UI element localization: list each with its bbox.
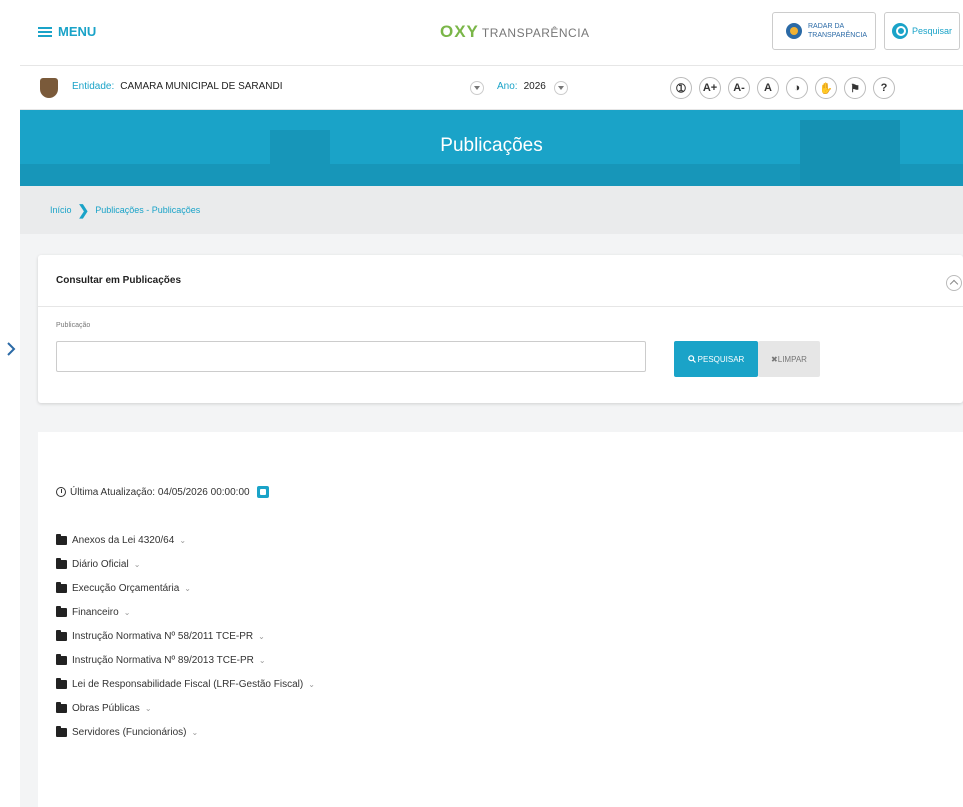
- list-item[interactable]: Instrução Normativa Nº 58/2011 TCE-PR ⌄: [56, 624, 315, 648]
- clear-button[interactable]: ✖LIMPAR: [758, 341, 820, 377]
- search-button[interactable]: PESQUISAR: [674, 341, 758, 377]
- collapse-icon[interactable]: [946, 275, 962, 291]
- page-title: Publicações: [440, 135, 543, 156]
- chevron-down-icon: ⌄: [123, 607, 131, 617]
- list-item[interactable]: Diário Oficial ⌄: [56, 552, 315, 576]
- folder-list: Anexos da Lei 4320/64 ⌄ Diário Oficial ⌄…: [56, 528, 315, 744]
- left-gutter: [0, 0, 20, 807]
- entity-dropdown-icon[interactable]: [470, 81, 484, 95]
- font-increase-button[interactable]: A+: [699, 77, 721, 99]
- list-item[interactable]: Instrução Normativa Nº 89/2013 TCE-PR ⌄: [56, 648, 315, 672]
- hamburger-icon: [38, 26, 52, 37]
- year-dropdown-icon[interactable]: [554, 81, 568, 95]
- menu-button[interactable]: MENU: [38, 24, 96, 39]
- header-search-button[interactable]: Pesquisar: [884, 12, 960, 50]
- page-banner: Publicações: [20, 110, 963, 186]
- page: MENU OXY TRANSPARÊNCIA RADAR DA TRANSPAR…: [0, 0, 963, 807]
- clock-icon: [56, 487, 66, 497]
- chevron-down-icon: ⌄: [133, 559, 141, 569]
- list-item[interactable]: Obras Públicas ⌄: [56, 696, 315, 720]
- flag-icon[interactable]: ⚑: [844, 77, 866, 99]
- radar-transparencia-button[interactable]: RADAR DA TRANSPARÊNCIA: [772, 12, 876, 50]
- header-search-label: Pesquisar: [911, 26, 953, 36]
- accessibility-icon[interactable]: ➀: [670, 77, 692, 99]
- folder-icon: [56, 653, 67, 665]
- entity-selector[interactable]: Entidade: CAMARA MUNICIPAL DE SARANDI: [72, 81, 283, 92]
- font-reset-button[interactable]: A: [757, 77, 779, 99]
- menu-label: MENU: [58, 24, 97, 39]
- breadcrumb-current-link[interactable]: Publicações - Publicações: [95, 205, 200, 215]
- chevron-down-icon: ⌄: [258, 655, 266, 665]
- folder-label: Instrução Normativa Nº 58/2011 TCE-PR: [72, 630, 254, 642]
- info-icon[interactable]: [256, 486, 269, 498]
- top-bar: MENU OXY TRANSPARÊNCIA RADAR DA TRANSPAR…: [20, 0, 963, 66]
- last-updated: Última Atualização: 04/05/2026 00:00:00: [56, 486, 269, 498]
- folder-icon: [56, 557, 67, 569]
- chevron-down-icon: ⌄: [144, 703, 152, 713]
- folder-icon: [56, 629, 67, 641]
- list-item[interactable]: Financeiro ⌄: [56, 600, 315, 624]
- logo[interactable]: OXY TRANSPARÊNCIA: [440, 22, 590, 42]
- year-value: 2026: [523, 81, 546, 92]
- entity-value: CAMARA MUNICIPAL DE SARANDI: [120, 81, 283, 92]
- logo-text: TRANSPARÊNCIA: [481, 26, 590, 40]
- list-item[interactable]: Anexos da Lei 4320/64 ⌄: [56, 528, 315, 552]
- help-icon[interactable]: ?: [873, 77, 895, 99]
- folder-label: Lei de Responsabilidade Fiscal (LRF-Gest…: [72, 678, 304, 690]
- contrast-icon[interactable]: ◑: [786, 77, 808, 99]
- folder-label: Execução Orçamentária: [72, 582, 180, 594]
- radar-icon: [786, 23, 802, 39]
- folder-icon: [56, 533, 67, 545]
- chevron-down-icon: ⌄: [308, 679, 315, 689]
- chevron-right-icon[interactable]: [2, 340, 20, 358]
- sign-language-icon[interactable]: ✋: [815, 77, 837, 99]
- folder-label: Instrução Normativa Nº 89/2013 TCE-PR: [72, 654, 254, 666]
- chevron-down-icon: ⌄: [179, 535, 187, 545]
- list-item[interactable]: Execução Orçamentária ⌄: [56, 576, 315, 600]
- last-updated-text: Última Atualização: 04/05/2026 00:00:00: [70, 486, 250, 498]
- breadcrumb: Início ❯ Publicações - Publicações: [20, 186, 963, 234]
- folder-icon: [56, 701, 67, 713]
- entity-bar: Entidade: CAMARA MUNICIPAL DE SARANDI Ano…: [20, 66, 963, 110]
- accessibility-toolbar: ➀ A+ A- A ◑ ✋ ⚑ ?: [670, 77, 895, 99]
- search-icon: [687, 355, 696, 363]
- folder-icon: [56, 581, 67, 593]
- list-item[interactable]: Lei de Responsabilidade Fiscal (LRF-Gest…: [56, 672, 315, 696]
- list-item[interactable]: Servidores (Funcionários) ⌄: [56, 720, 315, 744]
- year-key: Ano:: [497, 81, 518, 92]
- chevron-down-icon: ⌄: [258, 631, 265, 641]
- chevron-right-icon: ❯: [77, 201, 90, 218]
- search-card-title: Consultar em Publicações: [56, 275, 182, 286]
- folder-label: Financeiro: [72, 606, 119, 618]
- entity-key: Entidade:: [72, 81, 115, 92]
- folder-icon: [56, 677, 67, 689]
- clear-button-label: ✖LIMPAR: [771, 354, 807, 364]
- folder-icon: [56, 605, 67, 617]
- publication-input[interactable]: [56, 341, 646, 372]
- municipal-crest-icon: [40, 78, 58, 98]
- main-area: MENU OXY TRANSPARÊNCIA RADAR DA TRANSPAR…: [20, 0, 963, 807]
- folder-label: Anexos da Lei 4320/64: [72, 534, 175, 546]
- folder-label: Servidores (Funcionários): [72, 726, 187, 738]
- logo-oxy: OXY: [440, 22, 479, 41]
- breadcrumb-home-link[interactable]: Início: [50, 205, 72, 215]
- search-card: Consultar em Publicações Publicação PESQ…: [38, 255, 963, 403]
- search-icon: [891, 23, 908, 39]
- search-card-header: Consultar em Publicações: [38, 255, 963, 307]
- year-selector[interactable]: Ano: 2026: [497, 81, 546, 92]
- folder-label: Obras Públicas: [72, 702, 140, 714]
- search-button-label: PESQUISAR: [697, 354, 745, 364]
- chevron-down-icon: ⌄: [184, 583, 191, 593]
- chevron-down-icon: ⌄: [191, 727, 199, 737]
- folder-label: Diário Oficial: [72, 558, 129, 570]
- folder-icon: [56, 725, 67, 737]
- publication-field-label: Publicação: [56, 322, 91, 329]
- font-decrease-button[interactable]: A-: [728, 77, 750, 99]
- publications-list-card: Última Atualização: 04/05/2026 00:00:00 …: [38, 432, 963, 807]
- radar-label: RADAR DA TRANSPARÊNCIA: [808, 23, 867, 39]
